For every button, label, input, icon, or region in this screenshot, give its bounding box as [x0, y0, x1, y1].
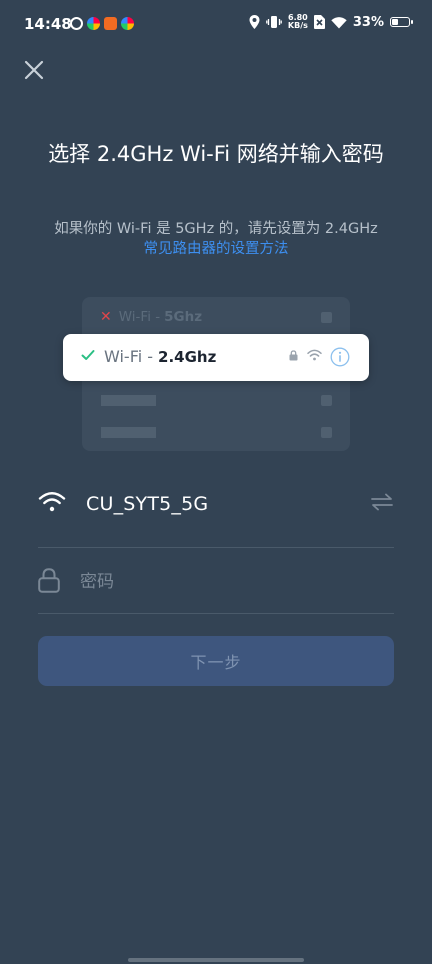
cross-icon: ✕: [100, 309, 112, 325]
illustration-2g4-prefix: Wi-Fi -: [104, 347, 154, 366]
illustration-5g-band: 5Ghz: [164, 309, 203, 325]
vibrate-icon: [266, 16, 282, 28]
wifi-ssid-value: CU_SYT5_5G: [86, 493, 209, 515]
status-bar: 14:48 6.80 KB/s 33%: [0, 0, 432, 50]
illustration-placeholder: [321, 395, 332, 406]
battery-percent: 33%: [352, 14, 384, 30]
location-icon: [249, 15, 260, 29]
battery-icon: [390, 17, 413, 27]
illustration-placeholder: [321, 312, 332, 323]
notification-app-icon: [121, 17, 134, 30]
illustration-row-5g: ✕ Wi-Fi - 5Ghz: [100, 306, 340, 328]
notification-app-icon: [70, 17, 83, 30]
wifi-icon: [307, 349, 322, 361]
illustration-5g-prefix: Wi-Fi -: [118, 309, 161, 325]
battery-level-fill: [392, 19, 398, 25]
no-sim-icon: [313, 15, 325, 29]
lock-icon: [289, 350, 298, 361]
ssid-divider: [38, 547, 394, 548]
close-icon: [24, 60, 44, 80]
password-divider: [38, 613, 394, 614]
wifi-ssid-row[interactable]: CU_SYT5_5G: [38, 480, 394, 528]
check-icon: [81, 350, 95, 360]
wifi-icon: [38, 492, 66, 512]
notification-app-icon: [87, 17, 100, 30]
close-button[interactable]: [20, 56, 48, 84]
page-title: 选择 2.4GHz Wi-Fi 网络并输入密码: [48, 142, 384, 166]
next-step-button[interactable]: 下一步: [38, 636, 394, 686]
lock-icon: [38, 568, 60, 593]
illustration-selected-2g4-card: Wi-Fi -2.4Ghz: [63, 334, 369, 381]
password-input[interactable]: [80, 564, 380, 600]
status-time: 14:48: [24, 15, 72, 33]
notification-app-icon: [104, 17, 117, 30]
network-speed: 6.80 KB/s: [288, 14, 308, 30]
swap-icon[interactable]: [370, 493, 394, 511]
band-hint-text: 如果你的 Wi-Fi 是 5GHz 的，请先设置为 2.4GHz: [54, 221, 378, 237]
illustration-placeholder: [101, 395, 156, 406]
wifi-status-icon: [331, 16, 347, 28]
illustration-placeholder: [101, 427, 156, 438]
info-icon: [330, 347, 350, 367]
status-right-group: 6.80 KB/s 33%: [249, 14, 413, 30]
network-speed-unit: KB/s: [287, 21, 308, 30]
router-setup-help-link[interactable]: 常见路由器的设置方法: [20, 239, 412, 260]
illustration-placeholder: [321, 427, 332, 438]
password-row[interactable]: [38, 560, 394, 604]
home-indicator: [128, 958, 304, 962]
illustration-2g4-label: Wi-Fi -2.4Ghz: [104, 346, 216, 368]
illustration-2g4-band: 2.4Ghz: [158, 348, 217, 366]
status-app-icons: [70, 17, 134, 30]
